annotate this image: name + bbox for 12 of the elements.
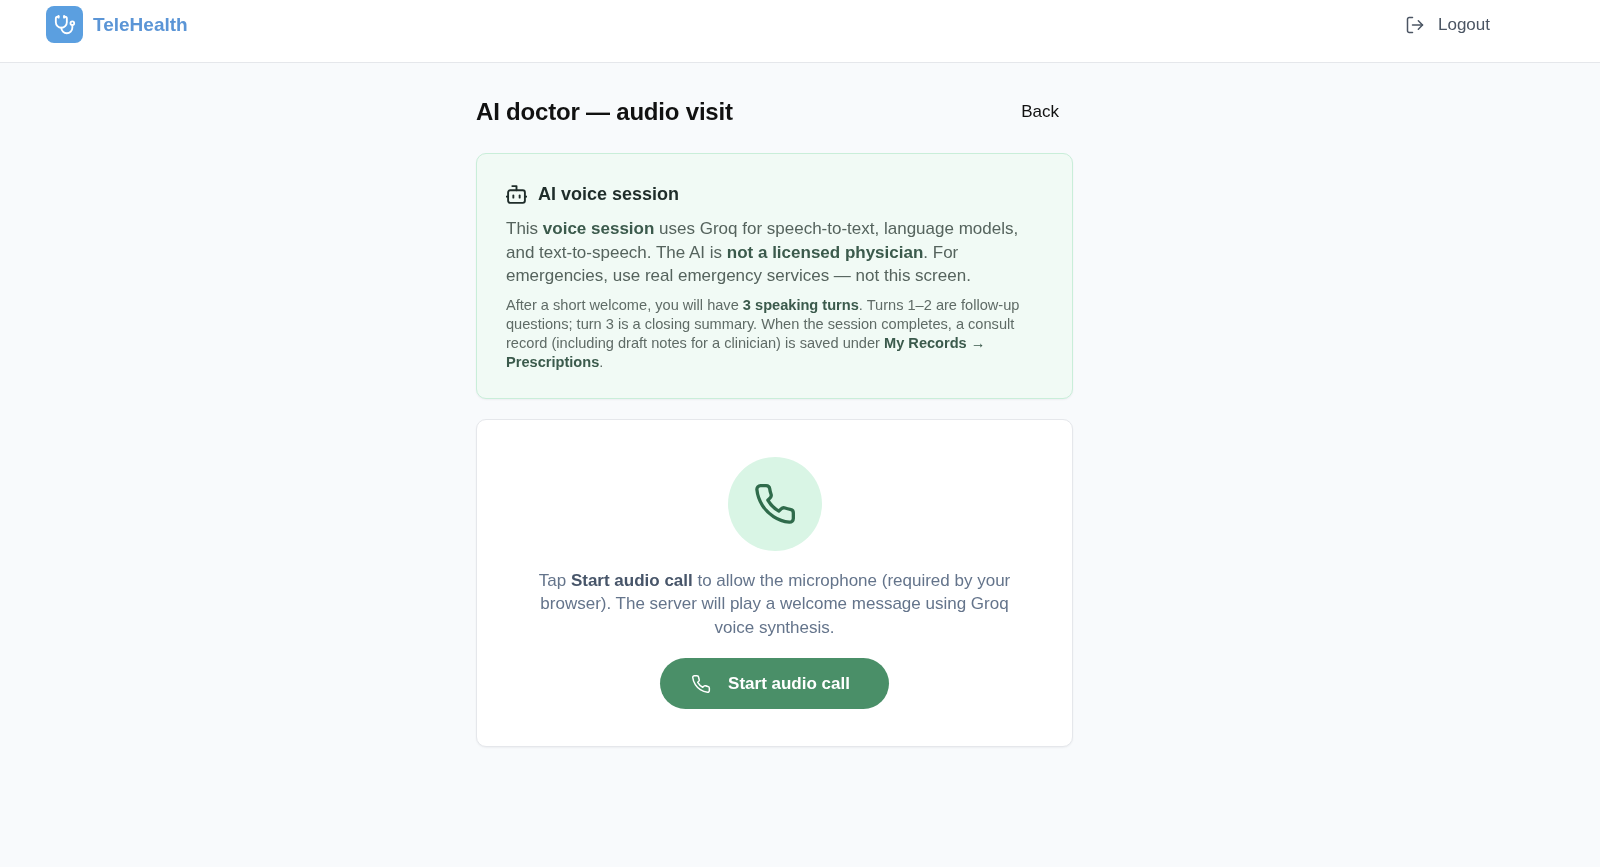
phone-icon — [691, 673, 712, 694]
instructions-text: Tap Start audio call to allow the microphone (required by your browser). The server will play a welcome message using Groq voice synthesis. — [537, 569, 1012, 639]
page-title: AI doctor — audio visit — [476, 98, 733, 126]
robot-icon — [506, 184, 527, 204]
back-button[interactable]: Back — [1007, 96, 1073, 128]
disclaimer-text: This voice session uses Groq for speech-to-text, language models, and text-to-speech. The AI is not a licensed physician. For emergencies, use real emergency services — not this screen. — [506, 218, 1020, 287]
session-note: After a short welcome, you will have 3 speaking turns. Turns 1–2 are follow-up questions; turn 3 is a closing summary. When the session completes, a consult record (including draft notes for a clinician) is saved under My Records → Prescriptions. — [506, 295, 1021, 372]
start-call-button[interactable]: Start audio call — [660, 658, 889, 709]
card-title: AI voice session — [538, 183, 680, 206]
logout-icon — [1405, 14, 1425, 35]
stethoscope-icon — [46, 6, 83, 43]
logout-button[interactable]: Logout — [1399, 10, 1496, 39]
